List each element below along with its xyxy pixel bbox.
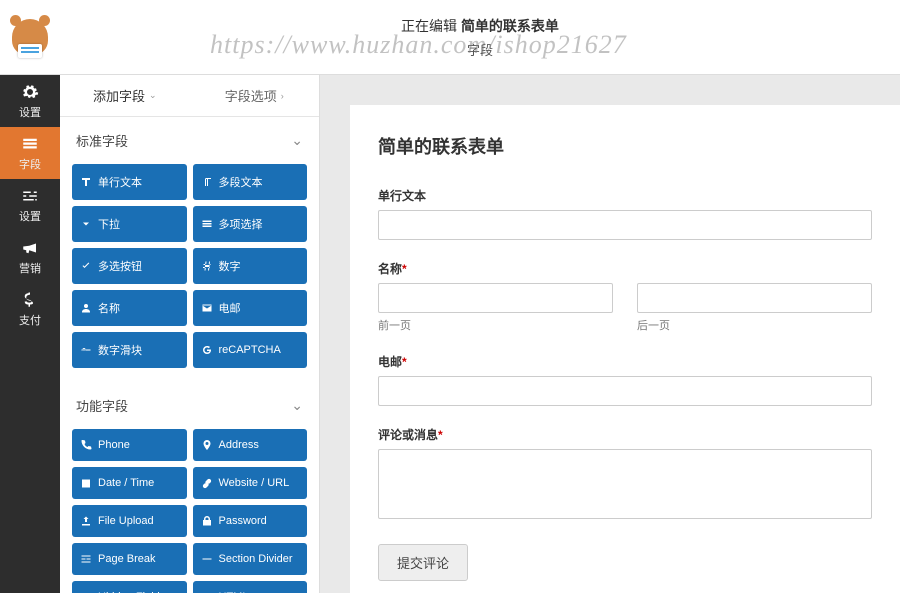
field-email[interactable]: 电邮* xyxy=(378,353,872,406)
tab-add-field[interactable]: 添加字段⌄ xyxy=(60,75,190,116)
form-title: 简单的联系表单 xyxy=(378,133,872,159)
google-icon xyxy=(201,344,213,356)
pin-icon xyxy=(201,439,213,451)
name-last-input[interactable] xyxy=(637,283,872,313)
section-standard[interactable]: 标准字段⌄ xyxy=(60,117,319,164)
field-btn-caret[interactable]: 下拉 xyxy=(72,206,187,242)
field-name[interactable]: 名称* 前一页 后一页 xyxy=(378,260,872,333)
caret-icon xyxy=(80,218,92,230)
list-icon xyxy=(201,218,213,230)
name-first-input[interactable] xyxy=(378,283,613,313)
break-icon xyxy=(80,553,92,565)
chevron-down-icon: ⌄ xyxy=(291,132,303,149)
field-btn-code[interactable]: HTML xyxy=(193,581,308,593)
header-editing: 正在编辑 简单的联系表单 xyxy=(60,16,900,36)
field-btn-hash[interactable]: 数字 xyxy=(193,248,308,284)
divide-icon xyxy=(201,553,213,565)
field-btn-check[interactable]: 多选按钮 xyxy=(72,248,187,284)
fields-panel: 添加字段⌄ 字段选项› 标准字段⌄ 单行文本多段文本下拉多项选择多选按钮数字名称… xyxy=(60,75,320,593)
field-btn-link[interactable]: Website / URL xyxy=(193,467,308,499)
field-btn-slider[interactable]: 数字滑块 xyxy=(72,332,187,368)
dollar-icon xyxy=(21,291,39,309)
field-single-line[interactable]: 单行文本 xyxy=(378,187,872,240)
chevron-right-icon: › xyxy=(281,91,284,101)
submit-button[interactable]: 提交评论 xyxy=(378,544,468,581)
gear-icon xyxy=(21,83,39,101)
field-btn-list[interactable]: 多项选择 xyxy=(193,206,308,242)
field-btn-upload[interactable]: File Upload xyxy=(72,505,187,537)
tab-field-options[interactable]: 字段选项› xyxy=(190,75,320,116)
para-icon xyxy=(201,176,213,188)
field-btn-google[interactable]: reCAPTCHA xyxy=(193,332,308,368)
email-input[interactable] xyxy=(378,376,872,406)
phone-icon xyxy=(80,439,92,451)
cal-icon xyxy=(80,477,92,489)
sidebar-item-config[interactable]: 设置 xyxy=(0,179,60,231)
sidebar: 设置字段设置营销支付 xyxy=(0,75,60,593)
mail-icon xyxy=(201,302,213,314)
field-btn-text[interactable]: 单行文本 xyxy=(72,164,187,200)
field-message[interactable]: 评论或消息* xyxy=(378,426,872,524)
field-btn-divide[interactable]: Section Divider xyxy=(193,543,308,575)
hash-icon xyxy=(201,260,213,272)
slider-icon xyxy=(80,344,92,356)
upload-icon xyxy=(80,515,92,527)
field-btn-break[interactable]: Page Break xyxy=(72,543,187,575)
lock-icon xyxy=(201,515,213,527)
field-btn-para[interactable]: 多段文本 xyxy=(193,164,308,200)
field-btn-phone[interactable]: Phone xyxy=(72,429,187,461)
sidebar-item-settings[interactable]: 设置 xyxy=(0,75,60,127)
field-btn-user[interactable]: 名称 xyxy=(72,290,187,326)
bullhorn-icon xyxy=(21,239,39,257)
field-btn-mail[interactable]: 电邮 xyxy=(193,290,308,326)
field-btn-cal[interactable]: Date / Time xyxy=(72,467,187,499)
single-line-input[interactable] xyxy=(378,210,872,240)
user-icon xyxy=(80,302,92,314)
sidebar-item-fields[interactable]: 字段 xyxy=(0,127,60,179)
list-icon xyxy=(21,135,39,153)
check-icon xyxy=(80,260,92,272)
header-sub: 字段 xyxy=(60,40,900,59)
text-icon xyxy=(80,176,92,188)
form-preview: 简单的联系表单 单行文本 名称* 前一页 后一页 电邮* 评论或消息* 提交评论 xyxy=(320,75,900,593)
chevron-down-icon: ⌄ xyxy=(149,90,157,101)
sliders-icon xyxy=(21,187,39,205)
section-advanced[interactable]: 功能字段⌄ xyxy=(60,382,319,429)
link-icon xyxy=(201,477,213,489)
chevron-down-icon: ⌄ xyxy=(291,397,303,414)
topbar: 正在编辑 简单的联系表单 字段 xyxy=(0,0,900,75)
field-btn-pin[interactable]: Address xyxy=(193,429,308,461)
sidebar-item-marketing[interactable]: 营销 xyxy=(0,231,60,283)
logo xyxy=(0,0,60,75)
field-btn-eye[interactable]: Hidden Field xyxy=(72,581,187,593)
sidebar-item-payment[interactable]: 支付 xyxy=(0,283,60,335)
field-btn-lock[interactable]: Password xyxy=(193,505,308,537)
message-input[interactable] xyxy=(378,449,872,519)
